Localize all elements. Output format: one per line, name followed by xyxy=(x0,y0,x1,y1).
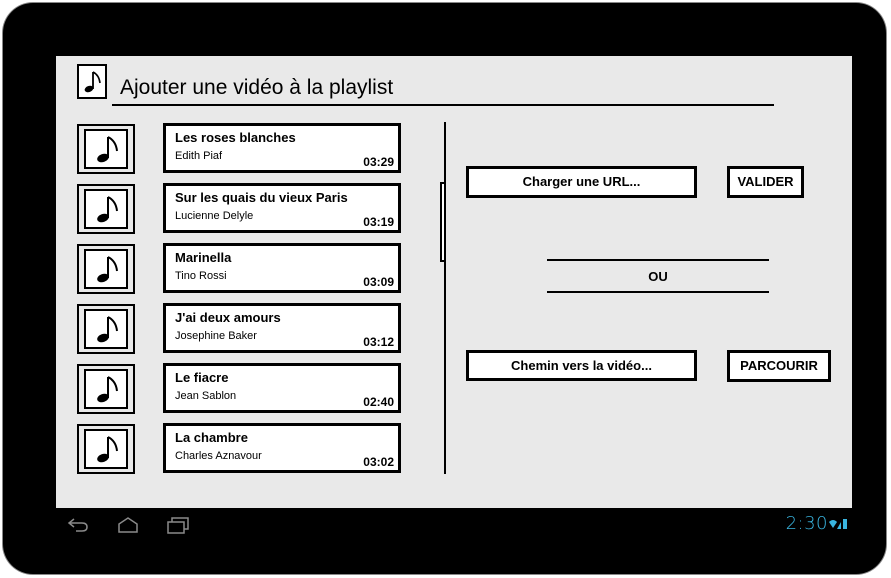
song-thumbnail xyxy=(77,364,135,414)
system-navigation-bar: 2:30 xyxy=(56,509,852,541)
playlist-item[interactable]: Les roses blanches Edith Piaf 03:29 xyxy=(163,123,401,173)
back-icon[interactable] xyxy=(66,515,90,535)
title-underline xyxy=(112,104,774,106)
status-clock: 2:30 xyxy=(785,513,828,534)
music-note-icon xyxy=(84,369,128,409)
song-duration: 03:09 xyxy=(363,275,394,289)
song-title: Marinella xyxy=(175,250,232,265)
song-artist: Tino Rossi xyxy=(175,270,227,282)
or-label: OU xyxy=(648,269,668,284)
song-thumbnail xyxy=(77,124,135,174)
song-duration: 03:29 xyxy=(363,155,394,169)
home-icon[interactable] xyxy=(116,515,140,535)
separator-line-top xyxy=(547,259,769,261)
load-url-button[interactable]: Charger une URL... xyxy=(466,166,697,198)
playlist-item[interactable]: La chambre Charles Aznavour 03:02 xyxy=(163,423,401,473)
music-note-icon xyxy=(84,249,128,289)
song-artist: Jean Sablon xyxy=(175,390,237,402)
song-artist: Charles Aznavour xyxy=(175,450,262,462)
song-title: Sur les quais du vieux Paris xyxy=(175,190,348,205)
song-title: Les roses blanches xyxy=(175,130,296,145)
song-duration: 02:40 xyxy=(363,395,394,409)
separator-line-bottom xyxy=(547,291,769,293)
playlist-item[interactable]: Sur les quais du vieux Paris Lucienne De… xyxy=(163,183,401,233)
song-artist: Edith Piaf xyxy=(175,150,223,162)
playlist-scrollbar[interactable] xyxy=(440,182,446,262)
song-title: Le fiacre xyxy=(175,370,229,385)
playlist-item[interactable]: Marinella Tino Rossi 03:09 xyxy=(163,243,401,293)
song-artist: Lucienne Delyle xyxy=(175,210,254,222)
song-duration: 03:19 xyxy=(363,215,394,229)
page-title: Ajouter une vidéo à la playlist xyxy=(120,76,394,99)
song-duration: 03:02 xyxy=(363,455,394,469)
music-note-icon xyxy=(84,189,128,229)
song-thumbnail xyxy=(77,184,135,234)
song-duration: 03:12 xyxy=(363,335,394,349)
validate-button[interactable]: VALIDER xyxy=(727,166,804,198)
app-screen: Ajouter une vidéo à la playlist Les rose… xyxy=(56,56,852,508)
music-note-icon xyxy=(84,429,128,469)
music-note-icon xyxy=(84,309,128,349)
vertical-divider xyxy=(444,122,446,474)
song-thumbnail xyxy=(77,244,135,294)
music-note-icon xyxy=(84,129,128,169)
song-thumbnail xyxy=(77,304,135,354)
recent-apps-icon[interactable] xyxy=(166,515,190,535)
song-artist: Josephine Baker xyxy=(175,330,257,342)
playlist-item[interactable]: J'ai deux amours Josephine Baker 03:12 xyxy=(163,303,401,353)
video-path-button[interactable]: Chemin vers la vidéo... xyxy=(466,350,697,381)
song-thumbnail xyxy=(77,424,135,474)
song-title: La chambre xyxy=(175,430,248,445)
browse-button[interactable]: PARCOURIR xyxy=(727,350,831,382)
song-title: J'ai deux amours xyxy=(175,310,281,325)
music-note-icon xyxy=(77,64,107,99)
playlist-item[interactable]: Le fiacre Jean Sablon 02:40 xyxy=(163,363,401,413)
wifi-icon xyxy=(829,519,847,529)
